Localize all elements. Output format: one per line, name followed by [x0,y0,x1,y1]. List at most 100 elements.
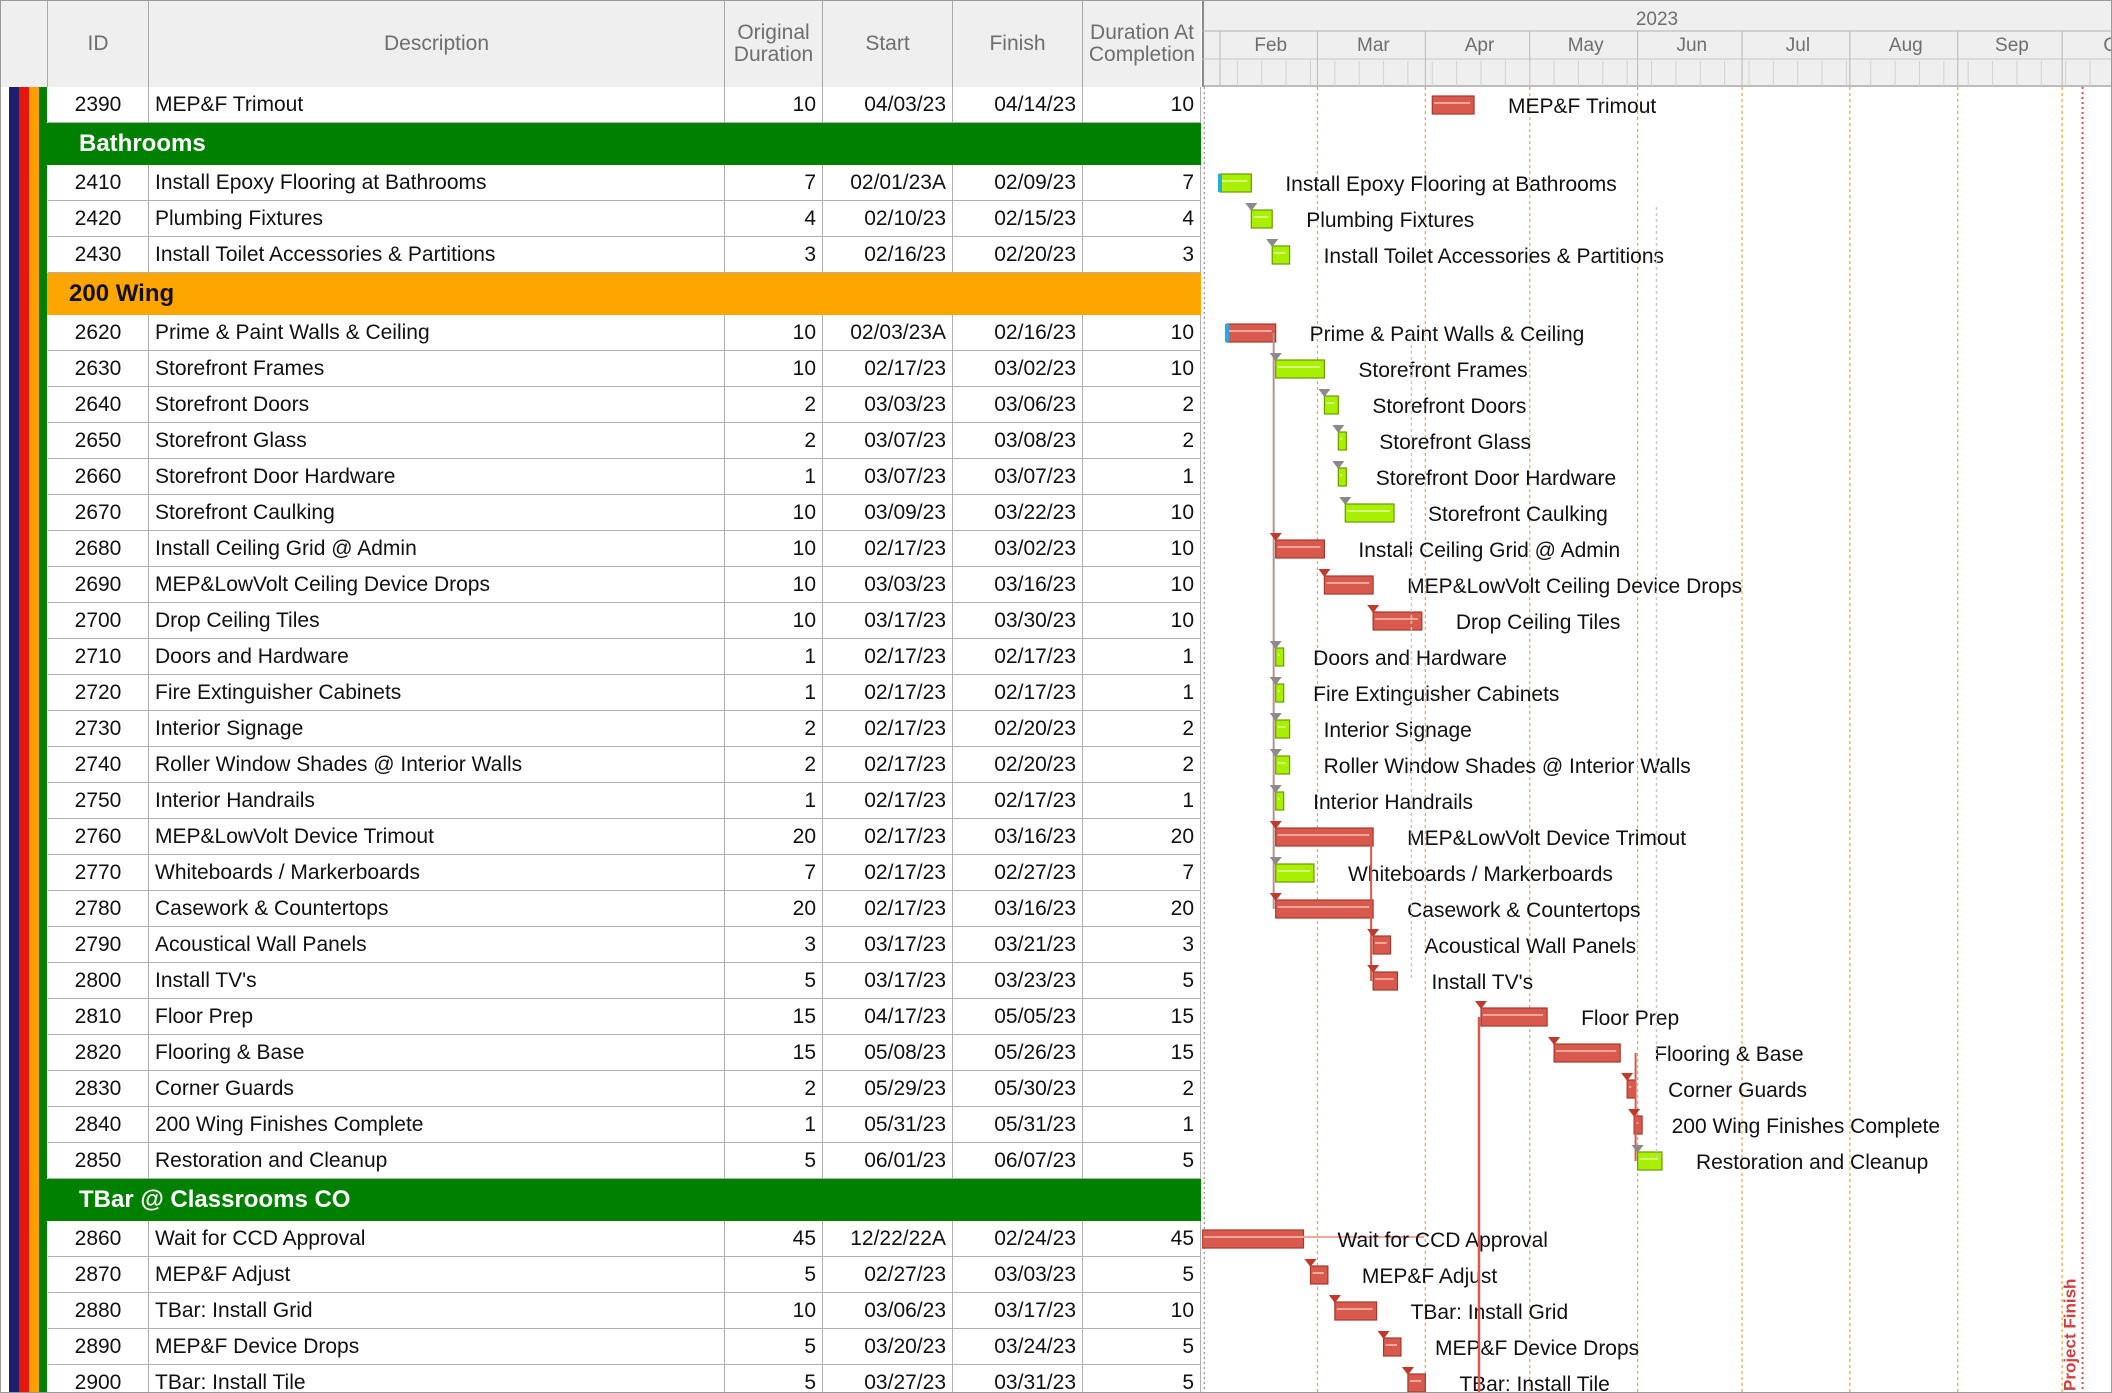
col-header-id[interactable]: ID [48,1,149,87]
cell-original-duration[interactable]: 5 [725,1365,823,1392]
cell-description[interactable]: TBar: Install Tile [149,1365,725,1392]
cell-id[interactable]: 2840 [48,1107,149,1143]
cell-original-duration[interactable]: 10 [725,1293,823,1329]
cell-finish[interactable]: 02/17/23 [953,639,1083,675]
table-row[interactable]: 2410 Install Epoxy Flooring at Bathrooms 7… [1,165,1201,201]
cell-description[interactable]: Doors and Hardware [149,639,725,675]
cell-start[interactable]: 02/17/23 [823,855,953,891]
table-row[interactable]: 2680 Install Ceiling Grid @ Admin 10 02/17/… [1,531,1201,567]
cell-original-duration[interactable]: 3 [725,927,823,963]
cell-id[interactable]: 2770 [48,855,149,891]
cell-duration-at-completion[interactable]: 10 [1083,531,1201,567]
cell-start[interactable]: 03/17/23 [823,927,953,963]
cell-description[interactable]: Storefront Caulking [149,495,725,531]
table-row[interactable]: 2750 Interior Handrails 1 02/17/23 02/17/23 1 [1,783,1201,819]
cell-finish[interactable]: 03/21/23 [953,927,1083,963]
cell-start[interactable]: 03/17/23 [823,603,953,639]
cell-duration-at-completion[interactable]: 3 [1083,237,1201,273]
cell-description[interactable]: Casework & Countertops [149,891,725,927]
cell-finish[interactable]: 03/17/23 [953,1293,1083,1329]
cell-start[interactable]: 12/22/22A [823,1221,953,1257]
group-header[interactable]: TBar @ Classrooms CO [41,1179,1201,1221]
table-row[interactable]: 2800 Install TV's 5 03/17/23 03/23/23 5 [1,963,1201,999]
cell-id[interactable]: 2390 [48,87,149,123]
cell-duration-at-completion[interactable]: 10 [1083,603,1201,639]
cell-original-duration[interactable]: 10 [725,351,823,387]
cell-description[interactable]: Flooring & Base [149,1035,725,1071]
cell-id[interactable]: 2640 [48,387,149,423]
table-row[interactable]: 2820 Flooring & Base 15 05/08/23 05/26/23 15 [1,1035,1201,1071]
cell-id[interactable]: 2730 [48,711,149,747]
table-row[interactable]: 2780 Casework & Countertops 20 02/17/23 03/1… [1,891,1201,927]
table-row[interactable]: 2630 Storefront Frames 10 02/17/23 03/02/23 1… [1,351,1201,387]
cell-description[interactable]: Restoration and Cleanup [149,1143,725,1179]
cell-finish[interactable]: 02/20/23 [953,711,1083,747]
table-row[interactable]: 2690 MEP&LowVolt Ceiling Device Drops 10 03… [1,567,1201,603]
cell-start[interactable]: 03/03/23 [823,567,953,603]
cell-duration-at-completion[interactable]: 1 [1083,675,1201,711]
cell-finish[interactable]: 03/16/23 [953,891,1083,927]
cell-description[interactable]: MEP&F Adjust [149,1257,725,1293]
cell-description[interactable]: MEP&LowVolt Device Trimout [149,819,725,855]
cell-description[interactable]: Storefront Glass [149,423,725,459]
cell-id[interactable]: 2700 [48,603,149,639]
cell-start[interactable]: 03/27/23 [823,1365,953,1392]
cell-id[interactable]: 2800 [48,963,149,999]
cell-id[interactable]: 2830 [48,1071,149,1107]
cell-finish[interactable]: 03/16/23 [953,567,1083,603]
cell-original-duration[interactable]: 2 [725,423,823,459]
cell-description[interactable]: Install Epoxy Flooring at Bathrooms [149,165,725,201]
cell-duration-at-completion[interactable]: 10 [1083,351,1201,387]
cell-duration-at-completion[interactable]: 15 [1083,1035,1201,1071]
cell-id[interactable]: 2880 [48,1293,149,1329]
cell-start[interactable]: 02/17/23 [823,747,953,783]
cell-start[interactable]: 05/29/23 [823,1071,953,1107]
cell-original-duration[interactable]: 5 [725,963,823,999]
col-header-start[interactable]: Start [823,1,953,87]
cell-original-duration[interactable]: 5 [725,1257,823,1293]
cell-original-duration[interactable]: 1 [725,459,823,495]
table-row[interactable]: 2720 Fire Extinguisher Cabinets 1 02/17/23 0… [1,675,1201,711]
table-row[interactable]: 2620 Prime & Paint Walls & Ceiling 10 02/03… [1,315,1201,351]
cell-finish[interactable]: 03/08/23 [953,423,1083,459]
table-row[interactable]: 2830 Corner Guards 2 05/29/23 05/30/23 2 [1,1071,1201,1107]
cell-finish[interactable]: 03/02/23 [953,531,1083,567]
cell-start[interactable]: 03/07/23 [823,459,953,495]
col-header-original-duration[interactable]: Original Duration [725,1,823,87]
cell-duration-at-completion[interactable]: 5 [1083,1143,1201,1179]
group-header[interactable]: 200 Wing [31,273,1201,315]
cell-duration-at-completion[interactable]: 2 [1083,747,1201,783]
cell-original-duration[interactable]: 5 [725,1329,823,1365]
table-row[interactable]: 2860 Wait for CCD Approval 45 12/22/22A 02/2… [1,1221,1201,1257]
cell-start[interactable]: 02/10/23 [823,201,953,237]
cell-start[interactable]: 02/17/23 [823,675,953,711]
cell-original-duration[interactable]: 1 [725,1107,823,1143]
cell-finish[interactable]: 04/14/23 [953,87,1083,123]
cell-description[interactable]: Prime & Paint Walls & Ceiling [149,315,725,351]
cell-id[interactable]: 2750 [48,783,149,819]
cell-id[interactable]: 2720 [48,675,149,711]
table-row[interactable]: 2890 MEP&F Device Drops 5 03/20/23 03/24/23 5 [1,1329,1201,1365]
cell-id[interactable]: 2820 [48,1035,149,1071]
cell-duration-at-completion[interactable]: 1 [1083,459,1201,495]
cell-description[interactable]: Whiteboards / Markerboards [149,855,725,891]
cell-start[interactable]: 03/09/23 [823,495,953,531]
cell-duration-at-completion[interactable]: 20 [1083,891,1201,927]
cell-duration-at-completion[interactable]: 10 [1083,495,1201,531]
cell-description[interactable]: Install Toilet Accessories & Partitions [149,237,725,273]
cell-finish[interactable]: 02/20/23 [953,747,1083,783]
cell-duration-at-completion[interactable]: 3 [1083,927,1201,963]
cell-finish[interactable]: 03/31/23 [953,1365,1083,1392]
cell-description[interactable]: MEP&LowVolt Ceiling Device Drops [149,567,725,603]
table-row[interactable]: 2760 MEP&LowVolt Device Trimout 20 02/17/23… [1,819,1201,855]
table-row[interactable]: 2900 TBar: Install Tile 5 03/27/23 03/31/23 5 [1,1365,1201,1392]
cell-description[interactable]: MEP&F Trimout [149,87,725,123]
cell-original-duration[interactable]: 10 [725,603,823,639]
cell-description[interactable]: Roller Window Shades @ Interior Walls [149,747,725,783]
cell-description[interactable]: Drop Ceiling Tiles [149,603,725,639]
cell-description[interactable]: Install TV's [149,963,725,999]
cell-finish[interactable]: 06/07/23 [953,1143,1083,1179]
cell-original-duration[interactable]: 20 [725,891,823,927]
cell-description[interactable]: Storefront Door Hardware [149,459,725,495]
table-row[interactable]: 2710 Doors and Hardware 1 02/17/23 02/17/23 1 [1,639,1201,675]
